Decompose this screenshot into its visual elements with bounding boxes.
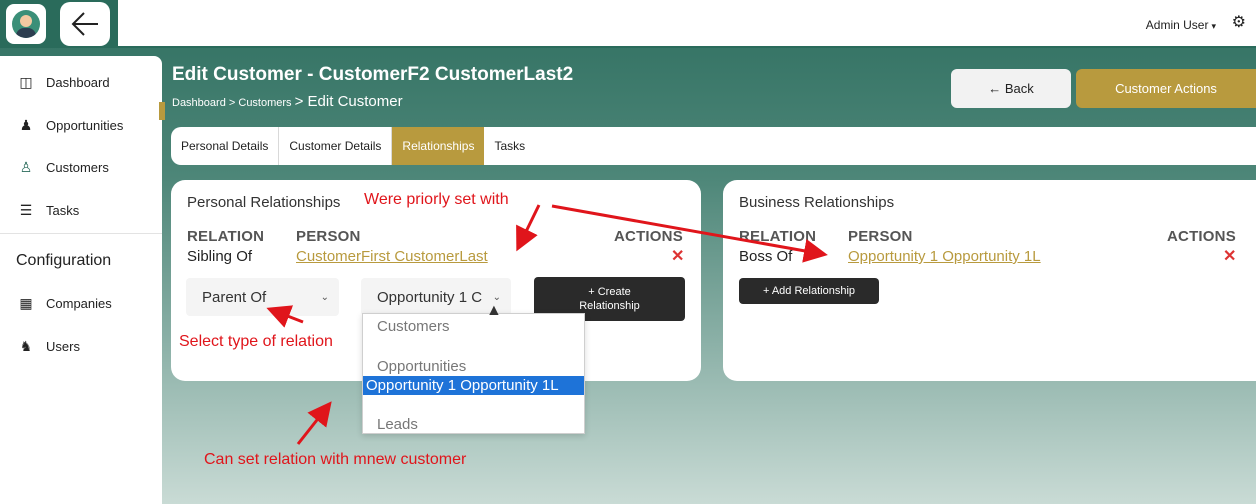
row-relation: Sibling Of	[187, 248, 253, 265]
row-relation: Boss Of	[739, 248, 793, 265]
relation-type-select[interactable]: Parent Of ⌄	[186, 278, 339, 316]
dropdown-group-label: Leads	[377, 416, 418, 433]
arrow-left-icon	[71, 12, 98, 36]
tab-tasks[interactable]: Tasks	[484, 127, 535, 165]
annotation-text: Can set relation with mnew customer	[204, 451, 467, 468]
person-select-value: Opportunity 1 C	[377, 288, 483, 306]
sidebar-item-customers[interactable]: ♙ Customers	[16, 159, 109, 176]
create-label-top: + Create	[588, 286, 631, 298]
crumb-edit: > Edit Customer	[294, 93, 403, 110]
add-label: + Add Relationship	[762, 285, 856, 297]
col-actions: ACTIONS	[614, 228, 683, 245]
cursor-icon: ▲	[486, 302, 502, 319]
crumb-dashboard[interactable]: Dashboard	[172, 97, 226, 109]
col-relation: RELATION	[739, 228, 817, 245]
sidebar-item-dashboard[interactable]: ◫ Dashboard	[16, 74, 110, 91]
card-title: Personal Relationships	[187, 194, 341, 211]
col-relation: RELATION	[187, 228, 265, 245]
row-person-link[interactable]: CustomerFirst CustomerLast	[296, 248, 488, 265]
divider	[0, 233, 162, 234]
sidebar-item-users[interactable]: ♞ Users	[16, 338, 80, 355]
sidebar-item-label: Opportunities	[46, 118, 124, 133]
chevron-down-icon: ⌄	[492, 291, 501, 303]
row-person-link[interactable]: Opportunity 1 Opportunity 1L	[848, 248, 1041, 265]
building-icon: ▦	[19, 295, 33, 311]
dropdown-option-selected[interactable]: Opportunity 1 Opportunity 1L	[363, 376, 584, 395]
crumb-customers[interactable]: > Customers	[229, 97, 292, 109]
tasks-icon: ☰	[19, 202, 33, 218]
annotation-text: Were priorly set with	[364, 191, 509, 208]
tab-personal-details[interactable]: Personal Details	[171, 127, 280, 165]
active-marker	[159, 102, 165, 120]
people-icon: ♟	[19, 117, 33, 133]
customer-actions-button[interactable]: Customer Actions	[1076, 69, 1256, 108]
breadcrumb: Dashboard > Customers > Edit Customer	[172, 93, 403, 110]
col-person: PERSON	[848, 228, 913, 245]
sidebar-item-label: Companies	[46, 296, 112, 311]
user-menu[interactable]: Admin User ▾	[1146, 18, 1216, 32]
gear-icon[interactable]: ⚙	[1232, 12, 1246, 32]
col-actions: ACTIONS	[1167, 228, 1236, 245]
person-dropdown-list[interactable]: Customers Opportunities Opportunity 1 Op…	[362, 313, 585, 434]
business-relationships-card: Business Relationships RELATION PERSON A…	[723, 180, 1256, 381]
header-bar	[118, 0, 1256, 46]
delete-icon[interactable]: ✕	[1223, 246, 1236, 266]
annotation-text: Select type of relation	[179, 333, 333, 350]
sidebar-item-label: Users	[46, 339, 80, 354]
col-person: PERSON	[296, 228, 361, 245]
arrow-to-dropdown	[296, 401, 332, 445]
tab-customer-details[interactable]: Customer Details	[279, 127, 393, 165]
create-label-bottom: Relationship	[579, 300, 640, 312]
users-icon: ♞	[19, 338, 33, 354]
avatar[interactable]	[6, 4, 46, 44]
delete-icon[interactable]: ✕	[671, 246, 684, 266]
sidebar-item-companies[interactable]: ▦ Companies	[16, 295, 112, 312]
add-relationship-button[interactable]: + Add Relationship	[739, 278, 879, 304]
sidebar-item-label: Tasks	[46, 203, 80, 218]
config-heading: Configuration	[16, 252, 112, 269]
chevron-down-icon: ⌄	[320, 291, 329, 303]
avatar-icon	[12, 10, 40, 38]
page-title: Edit Customer - CustomerF2 CustomerLast2	[172, 64, 574, 85]
dropdown-group-label: Customers	[377, 318, 450, 335]
sidebar-item-tasks[interactable]: ☰ Tasks	[16, 202, 80, 219]
relation-select-value: Parent Of	[202, 288, 267, 306]
dropdown-group-label: Opportunities	[377, 358, 467, 375]
caret-down-icon: ▾	[1211, 21, 1216, 31]
customer-icon: ♙	[19, 159, 33, 175]
back-button[interactable]: ← Back	[951, 69, 1071, 108]
tab-relationships[interactable]: Relationships	[392, 127, 485, 165]
back-arrow-button[interactable]	[60, 2, 110, 46]
sidebar: ◫ Dashboard ♟ Opportunities ♙ Customers …	[0, 56, 162, 504]
sidebar-item-label: Customers	[46, 160, 109, 175]
card-title: Business Relationships	[739, 194, 895, 211]
sidebar-item-label: Dashboard	[46, 75, 110, 90]
user-name: Admin User	[1145, 18, 1209, 32]
sidebar-item-opportunities[interactable]: ♟ Opportunities	[16, 117, 124, 134]
tab-bar: Personal Details Customer Details Relati…	[171, 127, 1256, 165]
dashboard-icon: ◫	[19, 74, 33, 90]
